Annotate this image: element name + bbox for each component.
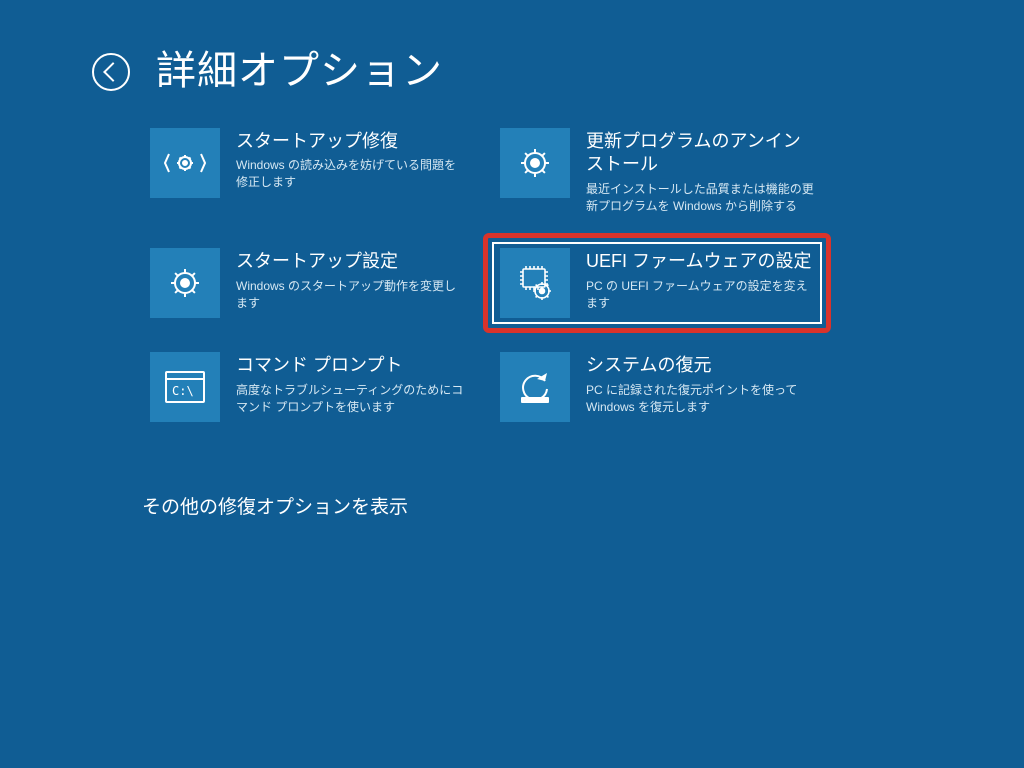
tile-desc: Windows の読み込みを妨げている問題を修正します (236, 157, 464, 191)
tile-title: UEFI ファームウェアの設定 (586, 250, 814, 273)
tile-text: コマンド プロンプト 高度なトラブルシューティングのためにコマンド プロンプトを… (236, 352, 464, 415)
tile-text: システムの復元 PC に記録された復元ポイントを使って Windows を復元し… (586, 352, 814, 415)
chip-gear-icon (500, 248, 570, 318)
svg-text:C:\: C:\ (172, 384, 194, 398)
tile-startup-repair[interactable]: スタートアップ修復 Windows の読み込みを妨げている問題を修正します (142, 122, 472, 204)
back-arrow-icon (103, 62, 123, 82)
tile-text: スタートアップ設定 Windows のスタートアップ動作を変更します (236, 248, 464, 311)
tile-text: UEFI ファームウェアの設定 PC の UEFI ファームウェアの設定を変えま… (586, 248, 814, 311)
tile-desc: 高度なトラブルシューティングのためにコマンド プロンプトを使います (236, 382, 464, 416)
tile-desc: 最近インストールした品質または機能の更新プログラムを Windows から削除す… (586, 181, 814, 215)
tile-uninstall-updates[interactable]: 更新プログラムのアンインストール 最近インストールした品質または機能の更新プログ… (492, 122, 822, 220)
back-button[interactable] (92, 53, 130, 91)
tile-desc: PC に記録された復元ポイントを使って Windows を復元します (586, 382, 814, 416)
gear-icon (500, 128, 570, 198)
uefi-highlight: UEFI ファームウェアの設定 PC の UEFI ファームウェアの設定を変えま… (483, 233, 831, 333)
tile-title: コマンド プロンプト (236, 354, 464, 377)
system-restore-icon (500, 352, 570, 422)
tile-title: システムの復元 (586, 354, 814, 377)
more-repair-options-link[interactable]: その他の修復オプションを表示 (142, 492, 408, 519)
tile-command-prompt[interactable]: C:\ コマンド プロンプト 高度なトラブルシューティングのためにコマンド プロ… (142, 346, 472, 428)
tile-title: スタートアップ修復 (236, 130, 464, 153)
tile-desc: Windows のスタートアップ動作を変更します (236, 278, 464, 312)
startup-repair-icon (150, 128, 220, 198)
tile-text: スタートアップ修復 Windows の読み込みを妨げている問題を修正します (236, 128, 464, 191)
gear-icon (150, 248, 220, 318)
tile-desc: PC の UEFI ファームウェアの設定を変えます (586, 278, 814, 312)
tile-text: 更新プログラムのアンインストール 最近インストールした品質または機能の更新プログ… (586, 128, 814, 214)
tile-system-restore[interactable]: システムの復元 PC に記録された復元ポイントを使って Windows を復元し… (492, 346, 822, 428)
page-title: 詳細オプション (156, 38, 443, 96)
tile-title: スタートアップ設定 (236, 250, 464, 273)
tile-startup-settings[interactable]: スタートアップ設定 Windows のスタートアップ動作を変更します (142, 242, 472, 324)
tile-uefi-firmware[interactable]: UEFI ファームウェアの設定 PC の UEFI ファームウェアの設定を変えま… (492, 242, 822, 324)
command-prompt-icon: C:\ (150, 352, 220, 422)
header: 詳細オプション (92, 38, 443, 96)
options-grid: スタートアップ修復 Windows の読み込みを妨げている問題を修正します 更新… (142, 122, 822, 428)
tile-title: 更新プログラムのアンインストール (586, 130, 814, 177)
